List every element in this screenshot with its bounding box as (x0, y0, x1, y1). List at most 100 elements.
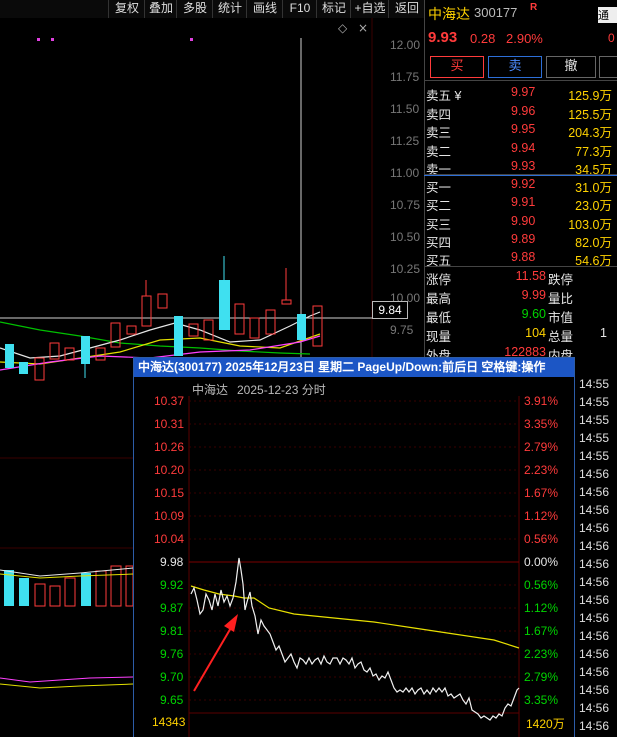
ask-price[interactable]: 9.97 (511, 85, 535, 102)
bid-volume: 31.0万 (575, 181, 612, 195)
toolbar-stats-button[interactable]: 统计 (212, 0, 247, 18)
ask-volume: 125.5万 (568, 107, 612, 122)
tick-time: 14:56 (579, 683, 610, 697)
ask-label: 卖四 (426, 107, 452, 122)
stat-value: 9.99 (521, 288, 546, 302)
ask-volume: 77.3万 (575, 144, 612, 159)
stat-label: 市值 (548, 311, 574, 325)
bid-price[interactable]: 9.88 (511, 250, 535, 267)
tick-time: 14:55 (579, 413, 610, 427)
ask-price[interactable]: 9.96 (511, 104, 535, 121)
tick-time: 14:56 (579, 539, 610, 553)
y-tick: 11.50 (390, 102, 420, 116)
bid-label: 买四 (426, 235, 452, 250)
tick-time: 14:56 (579, 557, 610, 571)
toolbar-multistock-button[interactable]: 多股 (176, 0, 213, 18)
bid-price[interactable]: 9.89 (511, 232, 535, 249)
ask-label: 卖五 ¥ (426, 89, 462, 103)
price-change: 0.28 (470, 31, 496, 46)
tick-time: 14:56 (579, 665, 610, 679)
left-price-tick: 9.81 (160, 624, 184, 638)
stat-value: 9.60 (521, 307, 546, 321)
right-pct-tick: 2.79% (524, 440, 559, 454)
stat-value: 104 (525, 326, 546, 340)
ask-label: 卖三 (426, 126, 452, 140)
price-change-pct: 2.90% (506, 31, 543, 46)
extra-button[interactable] (599, 56, 617, 78)
y-tick: 11.00 (390, 166, 420, 180)
volume-right-tick: 1420万 (526, 717, 565, 731)
tick-time: 14:56 (579, 467, 610, 481)
toolbar-fuquan-button[interactable]: 复权 (108, 0, 145, 18)
tick-time: 14:56 (579, 647, 610, 661)
tag-right[interactable]: 通付 (598, 7, 617, 23)
left-price-tick: 10.26 (154, 440, 185, 454)
intraday-chart (188, 396, 520, 737)
tick-time: 14:55 (579, 395, 610, 409)
ask-price[interactable]: 9.94 (511, 141, 535, 158)
stat-label: 涨停 (426, 273, 452, 287)
bid-volume: 23.0万 (575, 199, 612, 214)
toolbar-f10-button[interactable]: F10 (282, 0, 317, 18)
right-pct-tick: 1.12% (524, 601, 559, 615)
toolbar-back-button[interactable]: 返回 (388, 0, 425, 18)
bid-price[interactable]: 9.91 (511, 195, 535, 212)
left-price-tick: 10.15 (154, 486, 185, 500)
toolbar-mark-button[interactable]: 标记 (316, 0, 351, 18)
right-pct-tick: 0.56% (524, 532, 559, 546)
tick-time: 14:56 (579, 701, 610, 715)
tick-time: 14:56 (579, 503, 610, 517)
tick-time: 14:56 (579, 611, 610, 625)
right-pct-tick: 2.79% (524, 670, 559, 684)
left-price-tick: 9.76 (160, 647, 184, 661)
chart-toolbar: 复权 叠加 多股 统计 画线 F10 标记 +自选 返回 (0, 0, 424, 18)
right-pct-tick: 0.56% (524, 578, 559, 592)
left-price-tick: 10.04 (154, 532, 185, 546)
left-price-tick: 9.92 (160, 578, 184, 592)
toolbar-overlay-button[interactable]: 叠加 (144, 0, 177, 18)
cancel-button[interactable]: 撤 (546, 56, 596, 78)
sell-button[interactable]: 卖 (488, 56, 542, 78)
stat-label: 现量 (426, 330, 452, 344)
bid-volume: 54.6万 (575, 254, 612, 269)
stat-label: 最高 (426, 292, 452, 306)
bid-price[interactable]: 9.90 (511, 214, 535, 231)
right-pct-tick: 2.23% (524, 647, 559, 661)
last-price: 9.93 (428, 29, 458, 46)
bid-label: 买二 (426, 199, 452, 214)
ask-price[interactable]: 9.95 (511, 122, 535, 139)
stock-name: 中海达 (428, 6, 470, 22)
right-pct-tick: 2.23% (524, 463, 559, 477)
diamond-icon[interactable]: ◇ (338, 21, 347, 35)
ask-volume: 204.3万 (568, 126, 612, 140)
close-icon[interactable]: × (358, 21, 368, 35)
left-price-tick: 9.65 (160, 693, 184, 707)
tag-right-2: 0 (608, 31, 615, 45)
bid-label: 买五 (426, 254, 452, 269)
toolbar-draw-button[interactable]: 画线 (246, 0, 283, 18)
stat-label: 跌停 (548, 273, 574, 287)
ask-volume: 125.9万 (568, 89, 612, 103)
tick-time-list[interactable]: 14:55 14:55 14:55 14:55 14:55 14:56 14:56 14:56… (573, 376, 617, 736)
tick-time: 14:55 (579, 377, 610, 391)
tick-time: 14:56 (579, 593, 610, 607)
buy-button[interactable]: 买 (430, 56, 484, 78)
ask-label: 卖二 (426, 144, 452, 159)
y-tick: 9.75 (390, 323, 414, 337)
tick-time: 14:56 (579, 629, 610, 643)
left-price-tick: 10.20 (154, 463, 185, 477)
tick-time: 14:56 (579, 521, 610, 535)
tick-time: 14:55 (579, 449, 610, 463)
bid-price[interactable]: 9.92 (511, 177, 535, 194)
tick-time: 14:55 (579, 431, 610, 445)
stat-value: 11.58 (515, 269, 546, 283)
stat-label: 量比 (548, 292, 574, 306)
toolbar-add-favorite-button[interactable]: +自选 (350, 0, 389, 18)
stock-badge: R (530, 2, 538, 13)
right-pct-tick: 1.67% (524, 624, 559, 638)
quote-panel: 中海达 300177 R 通付 9.93 0.28 2.90% 0 买 卖 撤 … (424, 0, 617, 380)
intraday-popup[interactable]: 中海达(300177) 2025年12月23日 星期二 PageUp/Down:… (133, 357, 575, 737)
y-tick: 10.75 (390, 198, 421, 212)
right-pct-tick: 3.35% (524, 693, 559, 707)
stat-label: 最低 (426, 311, 452, 325)
